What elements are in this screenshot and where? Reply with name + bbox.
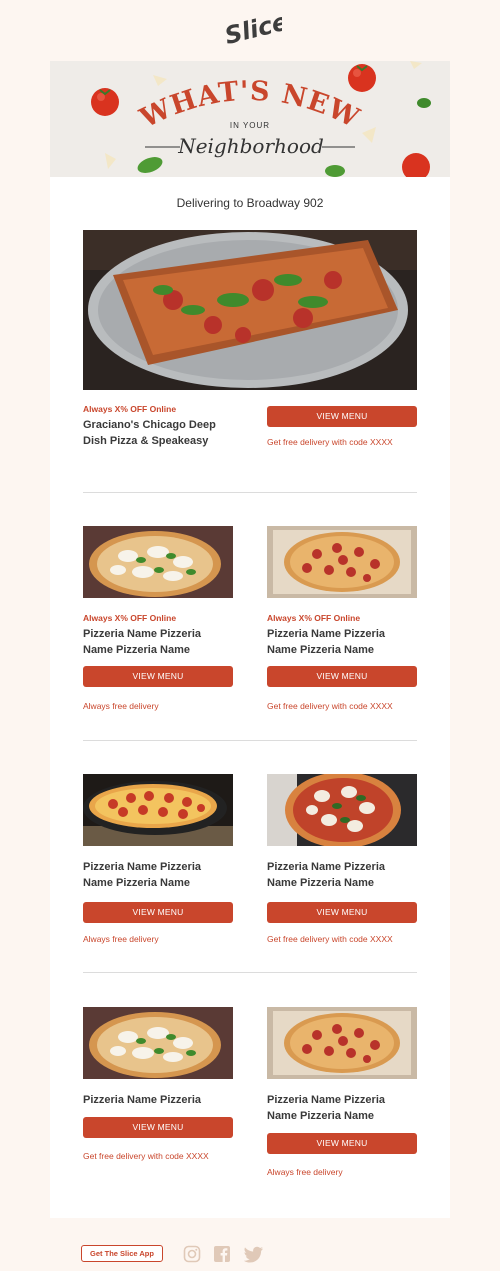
featured-view-menu-button[interactable]: VIEW MENU	[267, 406, 417, 427]
restaurant-name[interactable]: Pizzeria Name Pizzeria	[83, 1092, 233, 1108]
delivery-note: Get free delivery with code XXXX	[267, 934, 393, 944]
divider	[83, 740, 417, 741]
instagram-icon[interactable]	[183, 1245, 201, 1263]
hero-script: Neighborhood	[177, 134, 324, 158]
divider	[83, 492, 417, 493]
restaurant-name[interactable]: Pizzeria Name Pizzeria Name Pizzeria Nam…	[83, 859, 233, 891]
featured-pizza-image[interactable]	[83, 230, 417, 390]
featured-offer: Always X% OFF Online	[83, 404, 177, 414]
delivery-note: Get free delivery with code XXXX	[267, 701, 393, 711]
restaurant-image[interactable]	[267, 526, 417, 598]
delivery-note: Always free delivery	[267, 1167, 343, 1177]
hero-banner: WHAT'S NEW IN YOUR Neighborhood	[50, 61, 450, 177]
delivery-note: Always free delivery	[83, 934, 159, 944]
restaurant-offer: Always X% OFF Online	[267, 613, 361, 623]
restaurant-name[interactable]: Pizzeria Name Pizzeria Name Pizzeria Nam…	[267, 1092, 417, 1124]
delivery-address: Delivering to Broadway 902	[176, 196, 324, 210]
featured-restaurant-name[interactable]: Graciano's Chicago Deep Dish Pizza & Spe…	[83, 417, 233, 449]
slice-logo[interactable]: Slice	[220, 7, 291, 50]
view-menu-button[interactable]: VIEW MENU	[83, 1117, 233, 1138]
view-menu-button[interactable]: VIEW MENU	[267, 1133, 417, 1154]
restaurant-image[interactable]	[83, 526, 233, 598]
restaurant-image[interactable]	[83, 1007, 233, 1079]
delivery-note: Get free delivery with code XXXX	[83, 1151, 209, 1161]
restaurant-image[interactable]	[267, 774, 417, 846]
featured-delivery-note: Get free delivery with code XXXX	[267, 437, 393, 447]
restaurant-image[interactable]	[83, 774, 233, 846]
restaurant-image[interactable]	[267, 1007, 417, 1079]
view-menu-button[interactable]: VIEW MENU	[267, 902, 417, 923]
facebook-icon[interactable]	[213, 1245, 231, 1263]
divider	[83, 972, 417, 973]
restaurant-name[interactable]: Pizzeria Name Pizzeria Name Pizzeria Nam…	[267, 859, 417, 891]
view-menu-button[interactable]: VIEW MENU	[267, 666, 417, 687]
svg-text:Slice: Slice	[222, 8, 282, 48]
restaurant-name[interactable]: Pizzeria Name Pizzeria Name Pizzeria Nam…	[83, 626, 233, 658]
view-menu-button[interactable]: VIEW MENU	[83, 902, 233, 923]
restaurant-name[interactable]: Pizzeria Name Pizzeria Name Pizzeria Nam…	[267, 626, 417, 658]
restaurant-offer: Always X% OFF Online	[83, 613, 177, 623]
get-app-button[interactable]: Get The Slice App	[81, 1245, 163, 1262]
email-card: WHAT'S NEW IN YOUR Neighborhood Deliveri…	[50, 61, 450, 1218]
delivery-note: Always free delivery	[83, 701, 159, 711]
twitter-icon[interactable]	[243, 1245, 263, 1263]
view-menu-button[interactable]: VIEW MENU	[83, 666, 233, 687]
hero-subtitle: IN YOUR	[230, 121, 270, 130]
